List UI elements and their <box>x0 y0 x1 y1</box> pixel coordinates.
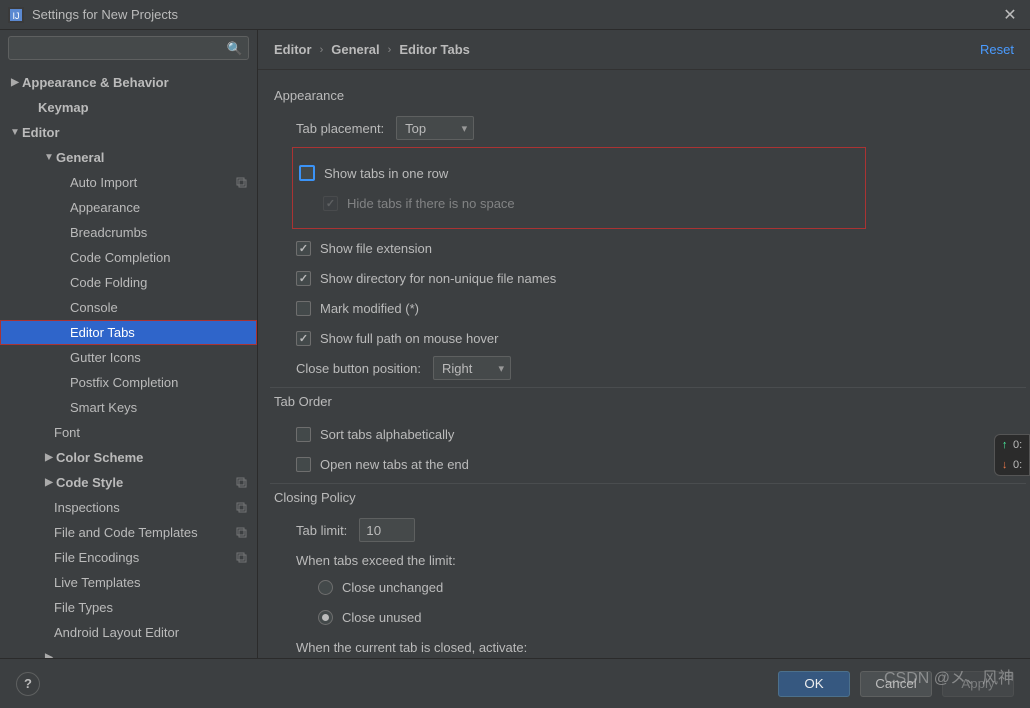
per-project-icon <box>235 476 249 490</box>
close-unused-label: Close unused <box>342 610 422 625</box>
tree-android-layout-editor[interactable]: Android Layout Editor <box>0 620 257 645</box>
tree-console[interactable]: Console <box>0 295 257 320</box>
show-directory-checkbox[interactable] <box>296 271 311 286</box>
tree-keymap[interactable]: Keymap <box>0 95 257 120</box>
crumb-general[interactable]: General <box>331 42 379 57</box>
tree-editor-tabs[interactable]: Editor Tabs <box>0 320 257 345</box>
tree-editor[interactable]: ▼Editor <box>0 120 257 145</box>
show-file-extension-label: Show file extension <box>320 241 432 256</box>
exceed-label: When tabs exceed the limit: <box>296 553 1026 568</box>
hide-tabs-no-space-label: Hide tabs if there is no space <box>347 196 515 211</box>
title-bar: IJ Settings for New Projects ✕ <box>0 0 1030 30</box>
overlay-nav: ↑0: ↓0: <box>994 434 1030 476</box>
section-tab-order: Tab Order <box>274 394 1026 409</box>
main-panel: Editor › General › Editor Tabs Reset App… <box>258 30 1030 658</box>
section-closing-policy: Closing Policy <box>274 490 1026 505</box>
help-button[interactable]: ? <box>16 672 40 696</box>
show-tabs-one-row-checkbox[interactable] <box>299 165 315 181</box>
show-full-path-checkbox[interactable] <box>296 331 311 346</box>
tree-appearance-behavior[interactable]: ▶Appearance & Behavior <box>0 70 257 95</box>
tree-gutter-icons[interactable]: Gutter Icons <box>0 345 257 370</box>
close-button-pos-label: Close button position: <box>296 361 421 376</box>
tree-inspections[interactable]: Inspections <box>0 495 257 520</box>
per-project-icon <box>235 551 249 565</box>
chevron-right-icon: › <box>388 44 392 56</box>
window-title: Settings for New Projects <box>32 7 998 22</box>
hide-tabs-no-space-checkbox <box>323 196 338 211</box>
per-project-icon <box>235 526 249 540</box>
tree-file-code-templates[interactable]: File and Code Templates <box>0 520 257 545</box>
section-appearance: Appearance <box>274 88 1026 103</box>
tree-live-templates[interactable]: Live Templates <box>0 570 257 595</box>
settings-panel: Appearance Tab placement: Top Show tabs … <box>258 70 1030 658</box>
per-project-icon <box>235 501 249 515</box>
sort-alpha-label: Sort tabs alphabetically <box>320 427 454 442</box>
close-unused-radio[interactable] <box>318 610 333 625</box>
tree-font[interactable]: Font <box>0 420 257 445</box>
tree-code-style[interactable]: ▶Code Style <box>0 470 257 495</box>
mark-modified-label: Mark modified (*) <box>320 301 419 316</box>
tree-general[interactable]: ▼General <box>0 145 257 170</box>
show-file-extension-checkbox[interactable] <box>296 241 311 256</box>
chevron-right-icon: › <box>320 44 324 56</box>
per-project-icon <box>235 176 249 190</box>
svg-text:IJ: IJ <box>12 11 19 21</box>
tree-auto-import[interactable]: Auto Import <box>0 170 257 195</box>
tree-postfix-completion[interactable]: Postfix Completion <box>0 370 257 395</box>
open-new-end-checkbox[interactable] <box>296 457 311 472</box>
apply-button[interactable]: Apply <box>942 671 1014 697</box>
show-tabs-one-row-label: Show tabs in one row <box>324 166 448 181</box>
show-directory-label: Show directory for non-unique file names <box>320 271 556 286</box>
settings-tree[interactable]: ▶Appearance & Behavior Keymap ▼Editor ▼G… <box>0 66 257 658</box>
search-input[interactable] <box>8 36 249 60</box>
tree-color-scheme[interactable]: ▶Color Scheme <box>0 445 257 470</box>
open-new-end-label: Open new tabs at the end <box>320 457 469 472</box>
cancel-button[interactable]: Cancel <box>860 671 932 697</box>
app-icon: IJ <box>8 7 24 23</box>
tab-placement-label: Tab placement: <box>296 121 384 136</box>
sidebar: 🔍 ▶Appearance & Behavior Keymap ▼Editor … <box>0 30 258 658</box>
tree-more[interactable]: ▶ <box>0 645 257 658</box>
crumb-editor-tabs: Editor Tabs <box>399 42 470 57</box>
tab-limit-input[interactable] <box>359 518 415 542</box>
current-closed-label: When the current tab is closed, activate… <box>296 640 1026 655</box>
tree-file-types[interactable]: File Types <box>0 595 257 620</box>
tab-limit-label: Tab limit: <box>296 523 347 538</box>
close-button-pos-select[interactable]: Right <box>433 356 511 380</box>
tab-placement-select[interactable]: Top <box>396 116 474 140</box>
close-icon[interactable]: ✕ <box>998 5 1022 25</box>
arrow-up-icon: ↑ <box>1002 439 1008 451</box>
show-full-path-label: Show full path on mouse hover <box>320 331 499 346</box>
highlight-box: Show tabs in one row Hide tabs if there … <box>292 147 866 229</box>
tree-smart-keys[interactable]: Smart Keys <box>0 395 257 420</box>
arrow-down-icon: ↓ <box>1002 459 1008 471</box>
reset-link[interactable]: Reset <box>980 42 1014 57</box>
close-unchanged-label: Close unchanged <box>342 580 443 595</box>
ok-button[interactable]: OK <box>778 671 850 697</box>
tree-file-encodings[interactable]: File Encodings <box>0 545 257 570</box>
breadcrumb: Editor › General › Editor Tabs Reset <box>258 30 1030 70</box>
tree-appearance[interactable]: Appearance <box>0 195 257 220</box>
sort-alpha-checkbox[interactable] <box>296 427 311 442</box>
mark-modified-checkbox[interactable] <box>296 301 311 316</box>
tree-code-completion[interactable]: Code Completion <box>0 245 257 270</box>
search-icon: 🔍 <box>227 41 243 57</box>
tree-code-folding[interactable]: Code Folding <box>0 270 257 295</box>
dialog-footer: ? OK Cancel Apply <box>0 658 1030 708</box>
crumb-editor[interactable]: Editor <box>274 42 312 57</box>
close-unchanged-radio[interactable] <box>318 580 333 595</box>
tree-breadcrumbs[interactable]: Breadcrumbs <box>0 220 257 245</box>
